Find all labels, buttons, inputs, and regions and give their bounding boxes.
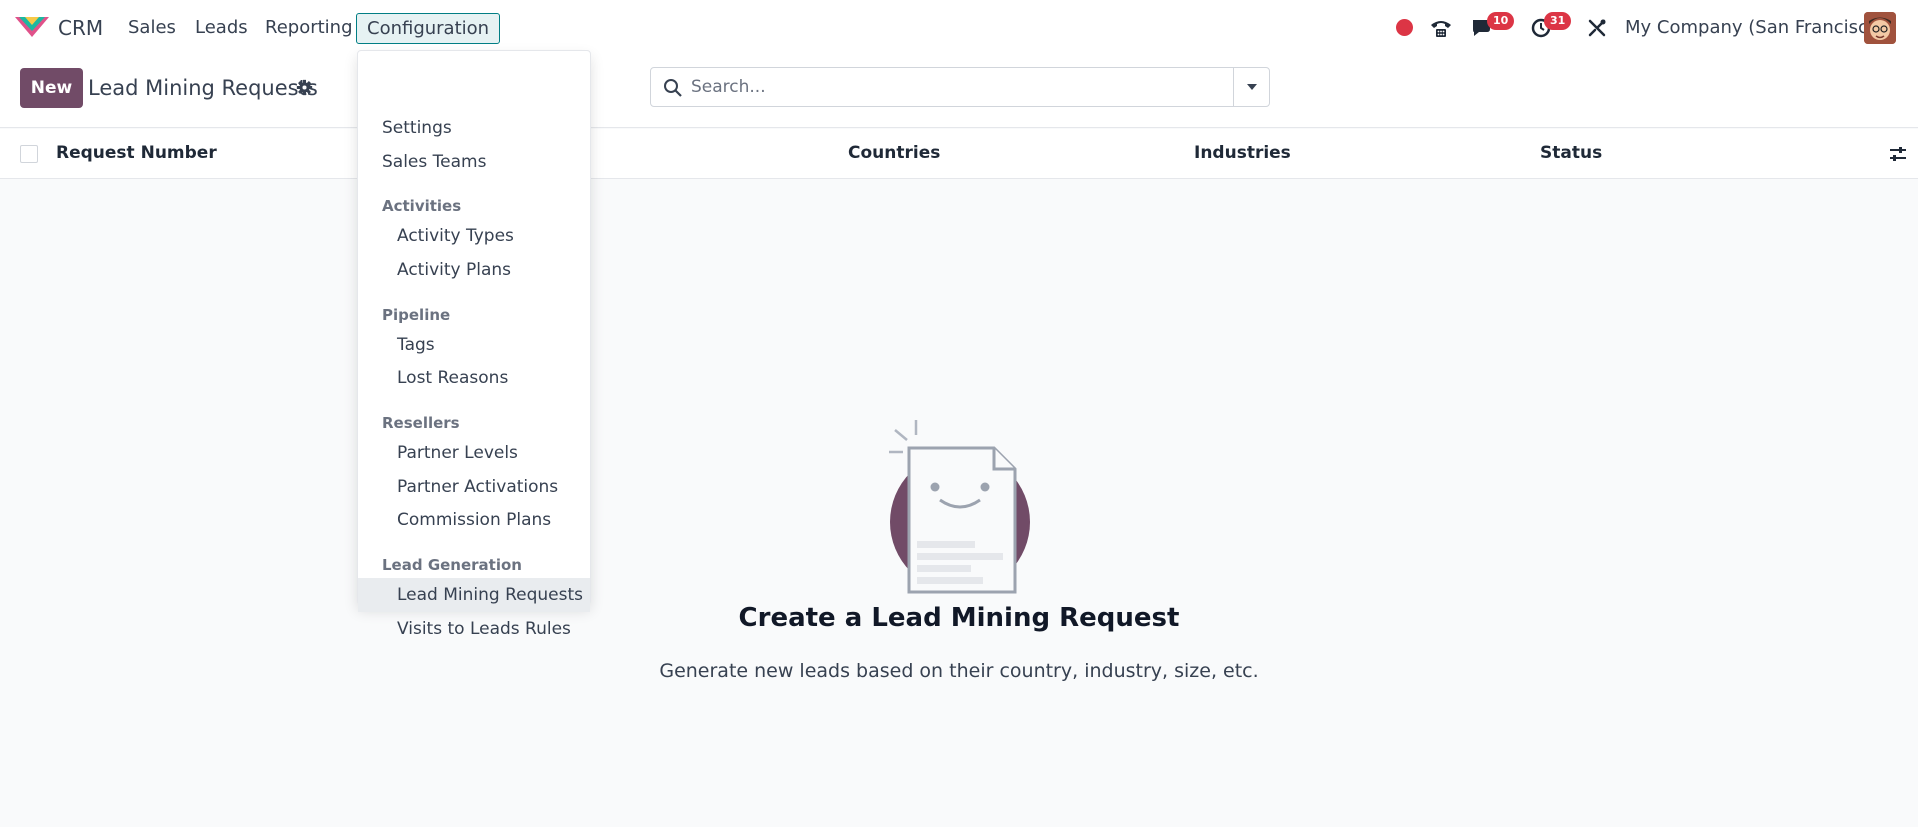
column-countries[interactable]: Countries <box>848 143 940 163</box>
gear-icon[interactable] <box>296 79 313 96</box>
dropdown-item-activity-types[interactable]: Activity Types <box>358 219 590 253</box>
dropdown-item-visits-to-leads-rules[interactable]: Visits to Leads Rules <box>358 612 590 646</box>
dropdown-item-sales-teams[interactable]: Sales Teams <box>358 145 590 179</box>
search-bar <box>650 67 1270 107</box>
dropdown-item-activity-plans[interactable]: Activity Plans <box>358 253 590 287</box>
recording-indicator-icon[interactable] <box>1396 19 1413 36</box>
tools-icon[interactable] <box>1583 14 1611 42</box>
dropdown-item-partner-activations[interactable]: Partner Activations <box>358 470 590 504</box>
dropdown-item-tags[interactable]: Tags <box>358 328 590 362</box>
dropdown-item-lead-mining-requests[interactable]: Lead Mining Requests <box>358 578 590 612</box>
search-options-toggle[interactable] <box>1233 68 1269 106</box>
list-header: Request Number Countries Industries Stat… <box>0 129 1918 179</box>
dropdown-section-resellers: Resellers <box>382 414 460 432</box>
dropdown-item-commission-plans[interactable]: Commission Plans <box>358 503 590 537</box>
menu-leads[interactable]: Leads <box>195 17 248 38</box>
user-avatar[interactable] <box>1864 12 1896 44</box>
control-panel: New Lead Mining Requests <box>0 56 1918 128</box>
dropdown-item-lost-reasons[interactable]: Lost Reasons <box>358 361 590 395</box>
column-request-number[interactable]: Request Number <box>56 143 217 163</box>
activity-badge: 31 <box>1544 12 1572 30</box>
chat-badge: 10 <box>1487 12 1515 30</box>
search-icon <box>664 79 682 97</box>
empty-document-illustration <box>889 420 1030 594</box>
phone-icon[interactable] <box>1427 14 1455 42</box>
dropdown-section-activities: Activities <box>382 197 462 215</box>
menu-reporting[interactable]: Reporting <box>265 17 353 38</box>
dropdown-section-pipeline: Pipeline <box>382 306 451 324</box>
caret-down-icon <box>1246 84 1257 90</box>
menu-sales[interactable]: Sales <box>128 17 176 38</box>
column-status[interactable]: Status <box>1540 143 1602 163</box>
empty-state-title: Create a Lead Mining Request <box>738 603 1180 633</box>
select-all-checkbox[interactable] <box>20 145 38 163</box>
menu-configuration[interactable]: Configuration <box>356 13 501 44</box>
search-input[interactable] <box>691 74 1211 100</box>
crm-logo-icon[interactable] <box>15 15 49 39</box>
company-switcher[interactable]: My Company (San Francisco) <box>1625 17 1886 38</box>
dropdown-section-lead-generation: Lead Generation <box>382 556 522 574</box>
new-button[interactable]: New <box>20 68 83 108</box>
dropdown-item-settings[interactable]: Settings <box>358 111 590 145</box>
app-name[interactable]: CRM <box>58 16 103 40</box>
dropdown-item-partner-levels[interactable]: Partner Levels <box>358 436 590 470</box>
empty-state-subtitle: Generate new leads based on their countr… <box>659 660 1259 682</box>
page-title: Lead Mining Requests <box>88 76 318 100</box>
top-navbar: CRM Sales Leads Reporting Configuration … <box>0 0 1918 56</box>
configuration-dropdown: Settings Sales Teams Activities Activity… <box>357 50 591 639</box>
column-industries[interactable]: Industries <box>1194 143 1291 163</box>
optional-columns-icon[interactable] <box>1888 144 1908 164</box>
